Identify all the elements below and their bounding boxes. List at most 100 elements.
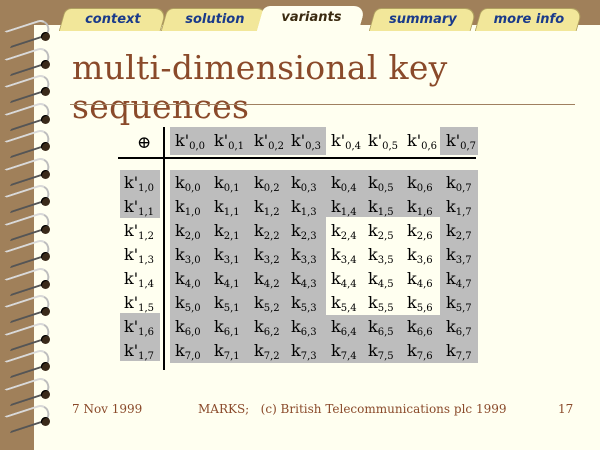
table-cell: k3,5	[368, 245, 394, 266]
table-cell: k5,5	[368, 293, 394, 314]
binding-hole	[41, 224, 50, 234]
table-cell: k0,6	[407, 173, 433, 194]
table-cell: k6,1	[214, 317, 240, 338]
table-cell: k1,0	[175, 197, 201, 218]
column-header: k'0,6	[407, 131, 437, 152]
table-cell: k4,2	[254, 269, 280, 290]
table-cell: k7,7	[446, 341, 472, 362]
row-header: k'1,5	[124, 293, 154, 314]
table-cell: k5,6	[407, 293, 433, 314]
tab-solution[interactable]: solution	[160, 8, 270, 31]
row-header: k'1,2	[124, 221, 154, 242]
tab-summary[interactable]: summary	[368, 8, 478, 31]
footer-credit: MARKS; (c) British Telecommunications pl…	[198, 402, 507, 416]
table-cell: k2,3	[291, 221, 317, 242]
table-cell: k5,1	[214, 293, 240, 314]
tab-label: more info	[493, 12, 565, 27]
table-cell: k6,2	[254, 317, 280, 338]
table-cell: k6,7	[446, 317, 472, 338]
binding-hole	[41, 389, 50, 399]
binding-hole	[41, 32, 50, 41]
binding-hole	[41, 252, 50, 261]
column-header: k'0,1	[214, 131, 244, 152]
table-cell: k4,6	[407, 269, 433, 290]
tab-label: context	[85, 12, 141, 27]
table-cell: k6,0	[175, 317, 201, 338]
row-header: k'1,0	[124, 173, 154, 194]
table-cell: k4,0	[175, 269, 201, 290]
table-cell: k0,0	[175, 173, 201, 194]
table-cell: k4,5	[368, 269, 394, 290]
table-cell: k7,4	[331, 341, 357, 362]
table-cell: k3,3	[291, 245, 317, 266]
table-cell: k2,2	[254, 221, 280, 242]
tab-context[interactable]: context	[58, 8, 168, 31]
table-cell: k2,4	[331, 221, 357, 242]
binding-hole	[41, 279, 50, 289]
column-header: k'0,7	[446, 131, 476, 152]
binding-hole	[41, 417, 50, 426]
table-cell: k0,5	[368, 173, 394, 194]
tab-variants[interactable]: variants	[256, 6, 366, 33]
binding-hole	[41, 169, 50, 179]
table-cell: k3,4	[331, 245, 357, 266]
binding-hole	[41, 114, 50, 124]
table-cell: k0,4	[331, 173, 357, 194]
column-header: k'0,4	[331, 131, 361, 152]
column-header: k'0,0	[175, 131, 205, 152]
column-header: k'0,2	[254, 131, 284, 152]
table-cell: k7,5	[368, 341, 394, 362]
row-header: k'1,6	[124, 317, 154, 338]
xor-operator-symbol: ⊕	[137, 133, 152, 153]
table-cell: k5,4	[331, 293, 357, 314]
table-cell: k1,4	[331, 197, 357, 218]
table-cell: k0,7	[446, 173, 472, 194]
table-cell: k0,1	[214, 173, 240, 194]
table-horizontal-rule	[118, 157, 476, 159]
binding-hole	[41, 59, 50, 69]
table-cell: k1,2	[254, 197, 280, 218]
table-cell: k6,6	[407, 317, 433, 338]
tab-label: variants	[281, 10, 342, 25]
table-cell: k3,1	[214, 245, 240, 266]
table-cell: k1,3	[291, 197, 317, 218]
tab-more-info[interactable]: more info	[474, 8, 584, 31]
table-cell: k0,2	[254, 173, 280, 194]
table-cell: k1,6	[407, 197, 433, 218]
table-cell: k5,0	[175, 293, 201, 314]
table-cell: k7,1	[214, 341, 240, 362]
table-cell: k3,6	[407, 245, 433, 266]
table-cell: k6,4	[331, 317, 357, 338]
table-cell: k3,0	[175, 245, 201, 266]
binding-hole	[41, 307, 50, 316]
title-divider	[70, 104, 575, 105]
binding-hole	[41, 197, 50, 206]
binding-hole	[41, 334, 50, 344]
tab-label: solution	[185, 12, 245, 27]
page-number: 17	[558, 402, 574, 416]
row-header: k'1,4	[124, 269, 154, 290]
row-header: k'1,7	[124, 341, 154, 362]
table-cell: k7,0	[175, 341, 201, 362]
binding-hole	[41, 87, 50, 96]
column-header: k'0,3	[291, 131, 321, 152]
table-cell: k7,6	[407, 341, 433, 362]
binding-hole	[41, 142, 50, 151]
table-cell: k2,6	[407, 221, 433, 242]
table-cell: k6,5	[368, 317, 394, 338]
row-header: k'1,3	[124, 245, 154, 266]
column-header: k'0,5	[368, 131, 398, 152]
table-cell: k4,3	[291, 269, 317, 290]
row-header: k'1,1	[124, 197, 154, 218]
table-cell: k0,3	[291, 173, 317, 194]
binding-hole	[41, 362, 50, 371]
table-cell: k4,4	[331, 269, 357, 290]
table-cell: k5,3	[291, 293, 317, 314]
table-vertical-rule	[163, 127, 165, 370]
tab-label: summary	[388, 12, 457, 27]
table-cell: k7,3	[291, 341, 317, 362]
table-cell: k4,1	[214, 269, 240, 290]
table-cell: k4,7	[446, 269, 472, 290]
table-cell: k1,5	[368, 197, 394, 218]
table-cell: k1,1	[214, 197, 240, 218]
